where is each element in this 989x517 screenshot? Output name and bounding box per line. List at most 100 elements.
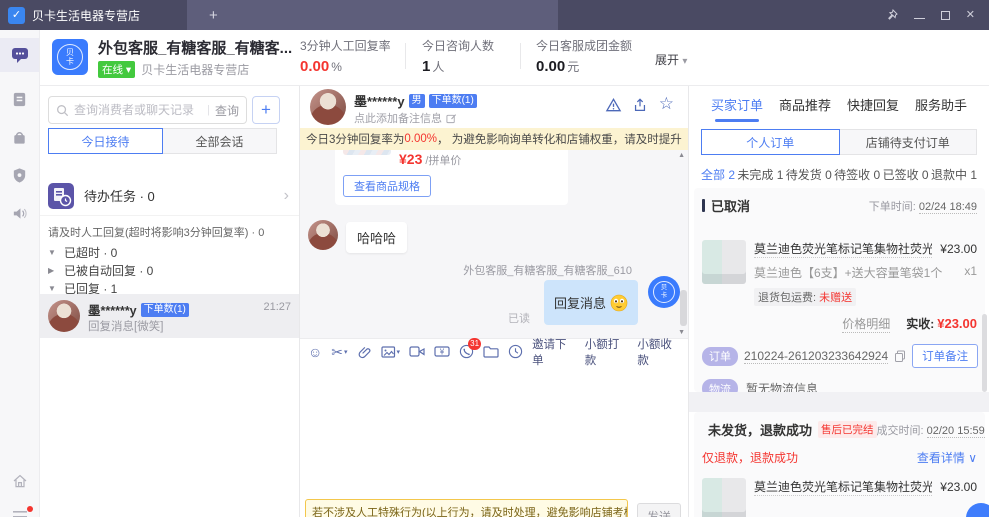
filter-all[interactable]: 全部 2 <box>701 166 735 183</box>
triangle-right-icon: ▶ <box>48 265 55 275</box>
product-card-message[interactable]: ¥23/拼单价 查看商品规格 <box>335 150 568 205</box>
chevron-down-icon: ▾ <box>682 56 688 67</box>
minimize-icon[interactable] <box>913 17 925 19</box>
order-count-badge: 下单数(1) <box>140 302 189 317</box>
search-box[interactable]: | 查询 <box>48 96 247 124</box>
small-payment-in-link[interactable]: 小额收款 <box>637 336 680 368</box>
chat-scrollbar-thumb[interactable] <box>680 290 687 326</box>
order-status: 未发货，退款成功 <box>708 423 813 438</box>
stat-label: 3分钟人工回复率 <box>300 39 391 53</box>
star-icon[interactable]: ☆ <box>659 95 674 112</box>
tab-buyer-orders[interactable]: 买家订单 <box>711 95 763 122</box>
search-icon <box>56 104 69 117</box>
search-input[interactable] <box>74 103 203 117</box>
group-overtime[interactable]: ▼ 已超时 · 0 <box>48 243 117 261</box>
window-controls: ✕ <box>886 9 989 21</box>
panel-scrollbar-thumb[interactable] <box>982 314 987 392</box>
screenshot-scissors-icon[interactable]: ✂ ▾ <box>331 345 347 359</box>
order-number[interactable]: 210224-261203233642924 <box>744 349 889 364</box>
subtab-shop-pending-orders[interactable]: 店铺待支付订单 <box>839 129 977 155</box>
maximize-icon[interactable] <box>940 10 950 20</box>
tab-quick-replies[interactable]: 快捷回复 <box>847 95 899 122</box>
tab-all-sessions[interactable]: 全部会话 <box>163 128 277 154</box>
filter-incomplete[interactable]: 未完成 1 <box>737 166 783 183</box>
refund-status: 仅退款，退款成功 <box>702 451 799 465</box>
rail-item-chat[interactable] <box>0 38 39 72</box>
emoji-icon[interactable]: ☺ <box>308 345 322 359</box>
product-title[interactable]: 莫兰迪色荧光笔标记笔集物社荧光笔复... <box>754 478 933 496</box>
share-icon[interactable] <box>632 97 648 113</box>
online-status-badge[interactable]: 在线 ▾ <box>98 61 136 78</box>
rail-item-orders[interactable] <box>0 120 39 154</box>
expand-button[interactable]: 展开 ▾ <box>655 51 687 68</box>
rail-item-tasks[interactable] <box>0 82 39 116</box>
plus-icon: + <box>261 100 271 119</box>
invite-order-link[interactable]: 邀请下单 <box>532 336 575 368</box>
price-detail-link[interactable]: 价格明细 <box>842 315 891 333</box>
conversation-list-item[interactable]: 墨******y 下单数(1) 21:27 回复消息[微笑] <box>40 294 299 338</box>
rail-item-home[interactable] <box>0 464 39 498</box>
chat-toolbar: ☺ ✂ ▾ ▾ ¥ 31 邀请下单 小额打款 小额收款 <box>300 338 688 367</box>
stat-reply-rate: 3分钟人工回复率 0.00% <box>300 37 391 75</box>
filter-to-receive[interactable]: 待签收 0 <box>834 166 880 183</box>
new-tab-button[interactable]: + <box>187 0 558 30</box>
report-alert-icon[interactable] <box>605 97 622 113</box>
video-icon[interactable] <box>409 345 425 358</box>
tab-today-reception[interactable]: 今日接待 <box>48 128 163 154</box>
tab-product-recommend[interactable]: 商品推荐 <box>779 95 831 122</box>
filter-to-ship[interactable]: 待发货 0 <box>786 166 832 183</box>
todo-label: 待办任务 · 0 <box>84 189 155 204</box>
add-note-label: 点此添加备注信息 <box>354 113 442 125</box>
copy-icon[interactable] <box>894 350 906 362</box>
order-card-cancelled: 已取消 下单时间: 02/24 18:49 莫兰迪色荧光笔标记笔集物社荧光笔复.… <box>694 188 985 398</box>
filter-refunding[interactable]: 退款中 1 <box>931 166 977 183</box>
add-conversation-button[interactable]: + <box>252 96 280 124</box>
account-avatar: 贝卡 <box>52 39 88 75</box>
search-divider: | <box>207 104 210 116</box>
view-detail-link[interactable]: 查看详情 ∨ <box>917 449 977 466</box>
group-auto-replied[interactable]: ▶ 已被自动回复 · 0 <box>48 261 153 279</box>
filter-received[interactable]: 已签收 0 <box>883 166 929 183</box>
folder-icon[interactable] <box>483 345 499 358</box>
customer-avatar <box>48 300 80 332</box>
store-tab[interactable]: ✓ 贝卡生活电器专营店 <box>0 0 187 30</box>
call-icon[interactable]: 31 <box>459 338 482 359</box>
view-spec-button[interactable]: 查看商品规格 <box>343 175 431 197</box>
coupon-icon[interactable]: ¥ <box>434 345 450 358</box>
product-price: ¥23.00 <box>940 480 977 494</box>
add-note-link[interactable]: 点此添加备注信息 <box>354 110 457 126</box>
product-title[interactable]: 莫兰迪色荧光笔标记笔集物社荧光笔复... <box>754 240 933 258</box>
attachment-link-icon[interactable] <box>357 344 372 359</box>
rail-item-menu[interactable] <box>0 498 39 517</box>
order-product-row[interactable]: 莫兰迪色荧光笔标记笔集物社荧光笔复... ¥23.00 <box>702 478 977 517</box>
customer-name: 墨******y <box>354 94 405 109</box>
image-icon[interactable]: ▾ <box>380 345 400 359</box>
pin-icon[interactable] <box>886 9 898 21</box>
store-tab-label: 贝卡生活电器专营店 <box>32 8 141 23</box>
order-product-row[interactable]: 莫兰迪色荧光笔标记笔集物社荧光笔复... ¥23.00 莫兰迪色【6支】+送大容量… <box>702 240 977 306</box>
product-thumbnail <box>702 478 746 517</box>
freight-insurance-tag: 退货包运费: 未赠送 <box>754 288 857 306</box>
order-remark-button[interactable]: 订单备注 <box>912 344 979 368</box>
card-separator <box>689 392 989 412</box>
todo-tasks-row[interactable]: 待办任务 · 0 › <box>40 176 299 216</box>
triangle-down-icon: ▼ <box>48 283 56 293</box>
smiley-emoji-icon <box>610 294 628 312</box>
chat-area: 墨******y 男 下单数(1) 点此添加备注信息 ☆ 今日3分钟回复率为 0… <box>300 86 688 517</box>
send-button[interactable]: 发送 <box>637 503 681 517</box>
order-status: 已取消 <box>711 199 751 214</box>
subtab-personal-orders[interactable]: 个人订单 <box>701 129 840 155</box>
history-clock-icon[interactable] <box>508 344 523 359</box>
incoming-message-bubble: 哈哈哈 <box>346 222 408 253</box>
rail-item-sound[interactable] <box>0 196 39 230</box>
conversation-panel: | 查询 + 今日接待 全部会话 待办任务 · 0 › 请及时人工回复(超时将影… <box>40 86 300 517</box>
group-label: 已超时 · 0 <box>64 245 118 260</box>
tab-service-assistant[interactable]: 服务助手 <box>915 95 967 122</box>
small-payment-out-link[interactable]: 小额打款 <box>585 336 628 368</box>
rail-item-security[interactable] <box>0 158 39 192</box>
price-summary-row: 价格明细 实收: ¥23.00 <box>702 315 977 333</box>
close-icon[interactable]: ✕ <box>966 9 975 21</box>
scroll-up-icon[interactable]: ▲ <box>678 152 685 159</box>
brand-avatar-icon: 贝卡 <box>57 44 83 70</box>
search-button[interactable]: 查询 <box>215 102 239 119</box>
